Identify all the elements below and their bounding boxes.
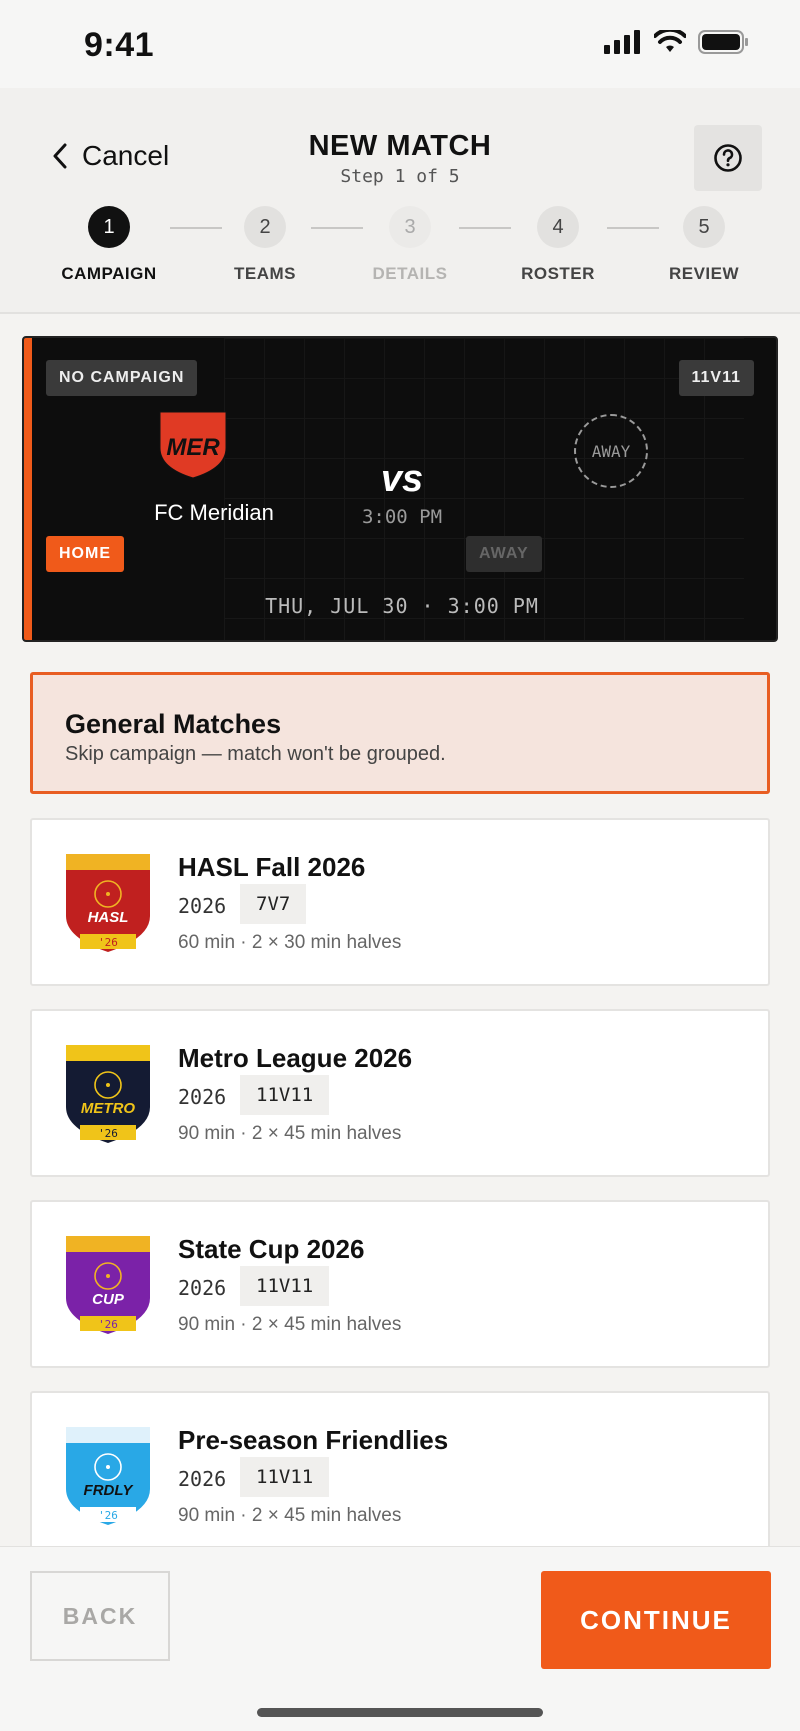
page-subtitle: Step 1 of 5 [340, 166, 460, 187]
status-time: 9:41 [84, 26, 155, 64]
wifi-icon [654, 30, 686, 52]
step-campaign[interactable]: 1 CAMPAIGN [39, 206, 179, 284]
campaign-format-badge: 11V11 [240, 1457, 330, 1497]
help-button[interactable] [694, 125, 762, 191]
step-roster[interactable]: 4 ROSTER [488, 206, 628, 284]
continue-button[interactable]: CONTINUE [541, 1571, 771, 1669]
step-label: CAMPAIGN [61, 264, 157, 283]
campaign-duration: 90 min · 2 × 45 min halves [178, 1314, 402, 1335]
campaign-crest: CUP '26 [66, 1236, 150, 1334]
match-date: THU, JUL 30 · 3:00 PM [265, 594, 539, 618]
step-number: 3 [389, 206, 431, 248]
campaign-duration: 60 min · 2 × 30 min halves [178, 932, 402, 953]
campaign-name: State Cup 2026 [178, 1234, 365, 1264]
campaign-format-badge: 11V11 [240, 1266, 330, 1306]
step-label: REVIEW [668, 264, 740, 283]
away-chip: AWAY [466, 536, 542, 572]
step-number: 5 [683, 206, 725, 248]
step-label: TEAMS [234, 264, 296, 283]
crest-year: '26 [98, 1318, 118, 1331]
status-bar: 9:41 [0, 0, 800, 88]
crest-year: '26 [98, 1509, 118, 1522]
crest-year: '26 [98, 1127, 118, 1140]
crest-text: CUP [92, 1291, 125, 1308]
campaign-year: 2026 [178, 1276, 227, 1300]
crest-text: METRO [81, 1100, 135, 1117]
crest-year: '26 [98, 936, 118, 949]
cellular-signal-icon [604, 30, 640, 54]
format-chip: 11V11 [678, 360, 754, 396]
campaign-format-badge: 11V11 [240, 1075, 330, 1115]
away-team-placeholder: AWAY [574, 414, 648, 488]
question-circle-icon [714, 144, 742, 172]
step-number: 1 [88, 206, 130, 248]
campaign-name: Pre-season Friendlies [178, 1425, 449, 1455]
campaign-name: Metro League 2026 [178, 1043, 413, 1073]
campaign-format-badge: 7V7 [240, 884, 307, 924]
header: Cancel NEW MATCH Step 1 of 5 1 CAMPAIGN … [0, 88, 800, 314]
kickoff-time: 3:00 PM [361, 506, 443, 528]
step-review[interactable]: 5 REVIEW [634, 206, 774, 284]
step-label: DETAILS [372, 264, 448, 283]
step-label: ROSTER [521, 264, 595, 283]
status-icons [604, 30, 750, 54]
footer-bar: BACK CONTINUE [0, 1546, 800, 1731]
home-crest-text: MER [166, 434, 220, 461]
general-matches-option[interactable]: General Matches Skip campaign — match wo… [30, 672, 770, 794]
stepper: 1 CAMPAIGN 2 TEAMS 3 DETAILS 4 ROSTER 5 … [0, 206, 800, 306]
campaign-name: HASL Fall 2026 [178, 852, 366, 882]
crest-text: HASL [88, 909, 129, 926]
step-details: 3 DETAILS [340, 206, 480, 284]
step-teams[interactable]: 2 TEAMS [195, 206, 335, 284]
campaign-duration: 90 min · 2 × 45 min halves [178, 1123, 402, 1144]
campaign-option[interactable]: METRO '26 Metro League 2026 2026 11V11 9… [30, 1009, 770, 1177]
campaign-option[interactable]: HASL '26 HASL Fall 2026 2026 7V7 60 min … [30, 818, 770, 986]
campaign-year: 2026 [178, 894, 227, 918]
home-indicator[interactable] [257, 1708, 543, 1717]
match-preview-card: NO CAMPAIGN 11V11 MER FC Meridian vs 3:0… [22, 336, 778, 642]
campaign-chip: NO CAMPAIGN [46, 360, 198, 396]
general-matches-title: General Matches [65, 709, 282, 739]
campaign-crest: METRO '26 [66, 1045, 150, 1143]
campaign-year: 2026 [178, 1085, 227, 1109]
campaign-year: 2026 [178, 1467, 227, 1491]
step-number: 4 [537, 206, 579, 248]
page-title: NEW MATCH [308, 130, 492, 162]
battery-icon [698, 30, 748, 54]
crest-text: FRDLY [84, 1482, 135, 1499]
step-number: 2 [244, 206, 286, 248]
campaign-crest: HASL '26 [66, 854, 150, 952]
campaign-duration: 90 min · 2 × 45 min halves [178, 1505, 402, 1526]
campaign-crest: FRDLY '26 [66, 1427, 150, 1525]
campaign-option[interactable]: CUP '26 State Cup 2026 2026 11V11 90 min… [30, 1200, 770, 1368]
home-chip: HOME [46, 536, 124, 572]
back-button[interactable]: BACK [30, 1571, 170, 1661]
campaign-option[interactable]: FRDLY '26 Pre-season Friendlies 2026 11V… [30, 1391, 770, 1559]
vs-label: vs [380, 458, 424, 500]
general-matches-subtitle: Skip campaign — match won't be grouped. [65, 743, 446, 765]
